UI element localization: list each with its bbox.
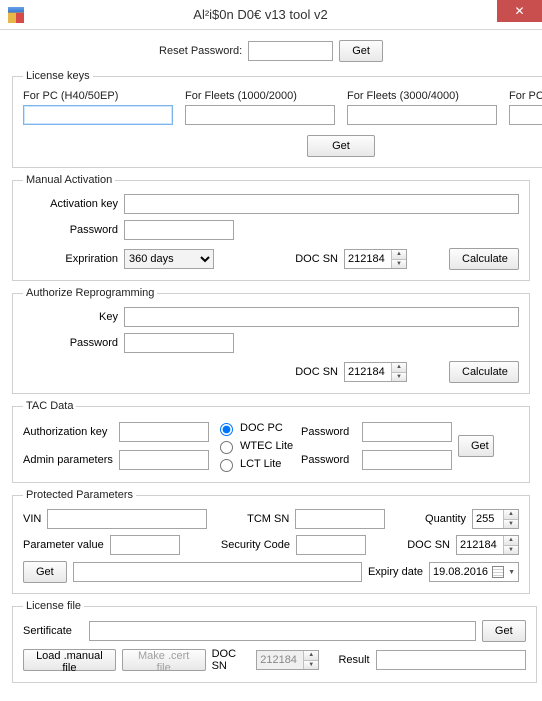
manual-password-input[interactable] xyxy=(124,220,234,240)
manual-activation-legend: Manual Activation xyxy=(23,174,115,186)
protected-parameters-legend: Protected Parameters xyxy=(23,489,136,501)
auth-docsn-spinner[interactable]: ▲▼ xyxy=(344,362,407,382)
result-label: Result xyxy=(338,654,369,666)
tac-password-1-label: Password xyxy=(301,426,356,438)
close-button[interactable]: ✕ xyxy=(497,0,542,22)
protected-get-button[interactable]: Get xyxy=(23,561,67,583)
expiry-date-picker[interactable]: 19.08.2016 ▼ xyxy=(429,562,519,582)
licfile-docsn-label: DOC SN xyxy=(212,648,251,672)
tac-admin-params-input[interactable] xyxy=(119,450,209,470)
calendar-icon xyxy=(492,566,504,578)
auth-password-input[interactable] xyxy=(124,333,234,353)
license-get-button[interactable]: Get xyxy=(307,135,375,157)
protected-docsn-spinner[interactable]: ▲▼ xyxy=(456,535,519,555)
manual-docsn-label: DOC SN xyxy=(295,253,338,265)
certificate-input[interactable] xyxy=(89,621,476,641)
tac-password-1-input[interactable] xyxy=(362,422,452,442)
expiry-date-label: Expiry date xyxy=(368,566,423,578)
license-file-group: License file Sertificate Get Load .manua… xyxy=(12,600,537,683)
security-code-input[interactable] xyxy=(296,535,366,555)
auth-key-input[interactable] xyxy=(124,307,519,327)
manual-activation-group: Manual Activation Activation key Passwor… xyxy=(12,174,530,281)
quantity-label: Quantity xyxy=(425,513,466,525)
app-icon xyxy=(8,7,24,23)
reset-password-label: Reset Password: xyxy=(159,45,242,57)
expiration-select[interactable]: 360 days xyxy=(124,249,214,269)
window-title: Al²i$0n D0€ v13 tool v2 xyxy=(24,7,542,22)
tcm-sn-input[interactable] xyxy=(295,509,385,529)
tac-auth-key-label: Authorization key xyxy=(23,426,113,438)
tac-get-button[interactable]: Get xyxy=(458,435,494,457)
tac-data-group: TAC Data Authorization key DOC PC WTEC L… xyxy=(12,400,530,483)
authorize-reprogramming-group: Authorize Reprogramming Key Password DOC… xyxy=(12,287,530,394)
tac-admin-params-label: Admin parameters xyxy=(23,454,113,466)
tac-data-legend: TAC Data xyxy=(23,400,76,412)
license-fleets-3000-input[interactable] xyxy=(347,105,497,125)
tac-radio-lct[interactable]: LCT Lite xyxy=(215,456,295,472)
tac-radio-wtec[interactable]: WTEC Lite xyxy=(215,438,295,454)
reset-password-input[interactable] xyxy=(248,41,333,61)
protected-parameters-group: Protected Parameters VIN TCM SN Quantity… xyxy=(12,489,530,594)
manual-password-label: Password xyxy=(23,224,118,236)
vin-label: VIN xyxy=(23,513,41,525)
security-code-label: Security Code xyxy=(221,539,290,551)
activation-key-input[interactable] xyxy=(124,194,519,214)
license-keys-group: License keys For PC (H40/50EP) For Fleet… xyxy=(12,70,542,168)
certificate-label: Sertificate xyxy=(23,625,83,637)
tac-password-2-label: Password xyxy=(301,454,356,466)
license-fleets-1000-input[interactable] xyxy=(185,105,335,125)
protected-docsn-label: DOC SN xyxy=(407,539,450,551)
titlebar: Al²i$0n D0€ v13 tool v2 ✕ xyxy=(0,0,542,30)
license-col-3-label: For PC - Service Tool xyxy=(509,90,542,102)
license-keys-legend: License keys xyxy=(23,70,93,82)
param-value-input[interactable] xyxy=(110,535,180,555)
quantity-spinner[interactable]: ▲▼ xyxy=(472,509,519,529)
load-manual-file-button[interactable]: Load .manual file xyxy=(23,649,116,671)
param-value-label: Parameter value xyxy=(23,539,104,551)
protected-result-input[interactable] xyxy=(73,562,362,582)
manual-calculate-button[interactable]: Calculate xyxy=(449,248,519,270)
tac-radio-docpc[interactable]: DOC PC xyxy=(215,420,295,436)
authorize-reprogramming-legend: Authorize Reprogramming xyxy=(23,287,157,299)
tac-password-2-input[interactable] xyxy=(362,450,452,470)
license-col-2-label: For Fleets (3000/4000) xyxy=(347,90,497,102)
auth-docsn-label: DOC SN xyxy=(295,366,338,378)
license-service-tool-input[interactable] xyxy=(509,105,542,125)
auth-calculate-button[interactable]: Calculate xyxy=(449,361,519,383)
licfile-docsn-spinner[interactable]: ▲▼ xyxy=(256,650,319,670)
license-file-legend: License file xyxy=(23,600,84,612)
license-col-1-label: For Fleets (1000/2000) xyxy=(185,90,335,102)
license-pc-input[interactable] xyxy=(23,105,173,125)
auth-key-label: Key xyxy=(23,311,118,323)
expiration-label: Expriration xyxy=(23,253,118,265)
tcm-sn-label: TCM SN xyxy=(247,513,289,525)
license-col-0-label: For PC (H40/50EP) xyxy=(23,90,173,102)
tac-auth-key-input[interactable] xyxy=(119,422,209,442)
auth-password-label: Password xyxy=(23,337,118,349)
result-input[interactable] xyxy=(376,650,526,670)
vin-input[interactable] xyxy=(47,509,207,529)
reset-password-get-button[interactable]: Get xyxy=(339,40,383,62)
make-cert-file-button[interactable]: Make .cert file xyxy=(122,649,206,671)
certificate-get-button[interactable]: Get xyxy=(482,620,526,642)
activation-key-label: Activation key xyxy=(23,198,118,210)
manual-docsn-spinner[interactable]: ▲▼ xyxy=(344,249,407,269)
